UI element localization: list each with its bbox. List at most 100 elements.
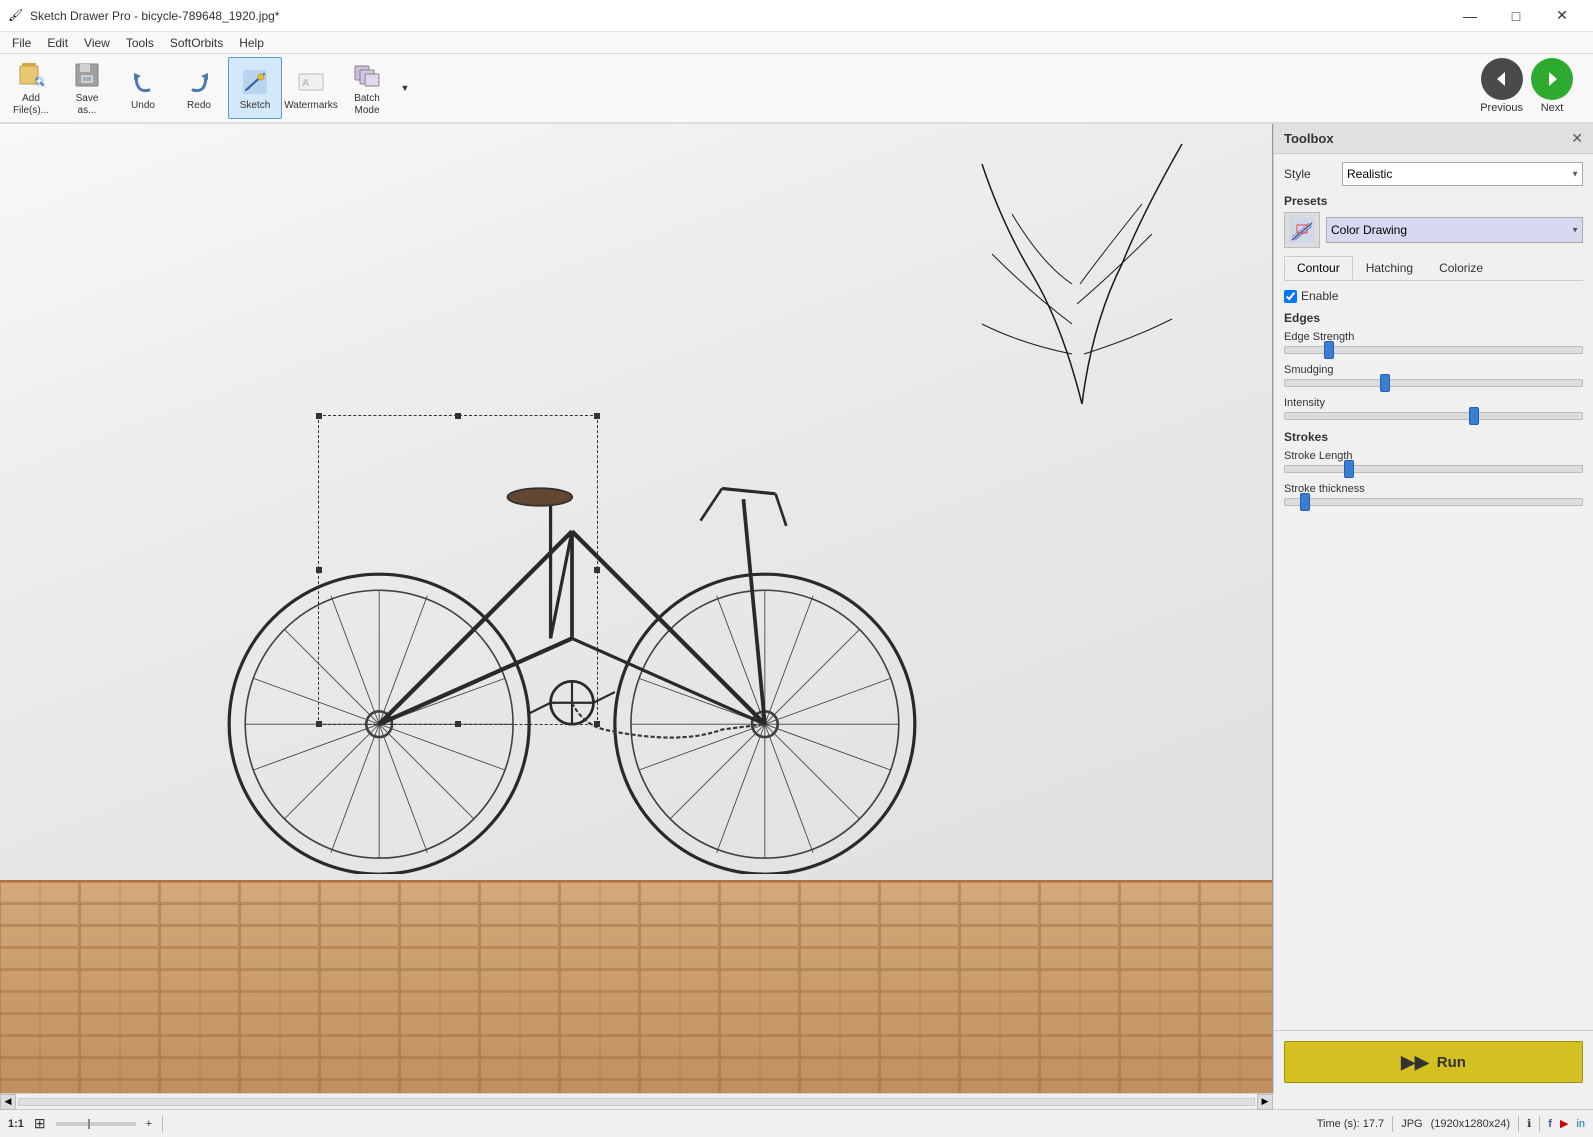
tab-colorize[interactable]: Colorize <box>1426 256 1496 280</box>
tab-contour[interactable]: Contour <box>1284 256 1353 280</box>
intensity-group: Intensity <box>1284 397 1583 420</box>
presets-row: Color Drawing Pencil Sketch Charcoal Art… <box>1284 212 1583 248</box>
smudging-label: Smudging <box>1284 364 1583 376</box>
bicycle-sketch <box>197 392 947 874</box>
title-bar-controls: — □ ✕ <box>1447 0 1585 32</box>
redo-button[interactable]: Redo <box>172 57 226 119</box>
sketch-button[interactable]: Sketch <box>228 57 282 119</box>
menu-view[interactable]: View <box>76 32 118 53</box>
run-button[interactable]: ▶▶ Run <box>1284 1041 1583 1083</box>
canvas-area[interactable] <box>0 124 1273 1093</box>
dimensions-label: (1920x1280x24) <box>1431 1118 1511 1130</box>
tabs-container: Contour Hatching Colorize <box>1284 256 1583 281</box>
preset-select[interactable]: Color Drawing Pencil Sketch Charcoal Art… <box>1326 217 1583 243</box>
enable-row: Enable <box>1284 289 1583 303</box>
smudging-slider[interactable] <box>1284 379 1583 387</box>
menu-softorbits[interactable]: SoftOrbits <box>162 32 231 53</box>
plant-decoration <box>972 124 1192 404</box>
smudging-thumb[interactable] <box>1380 374 1390 392</box>
stroke-thickness-thumb[interactable] <box>1300 493 1310 511</box>
toolbox-close-button[interactable]: ✕ <box>1571 130 1583 147</box>
app-icon: 🖌 <box>8 8 24 24</box>
watermarks-button[interactable]: A Watermarks <box>284 57 338 119</box>
save-as-button[interactable]: Saveas... <box>60 57 114 119</box>
zoom-plus[interactable]: + <box>146 1118 152 1130</box>
sketch-icon <box>239 66 271 98</box>
strokes-section: Strokes Stroke Length Stroke thickness <box>1284 430 1583 506</box>
zoom-slider[interactable] <box>56 1122 136 1126</box>
edge-strength-thumb[interactable] <box>1324 341 1334 359</box>
run-label: Run <box>1437 1054 1466 1071</box>
status-info-row: Time (s): 17.7 JPG (1920x1280x24) ℹ f ▶ … <box>1317 1116 1585 1132</box>
toolbox-body: Style Realistic Pencil Charcoal Ink Pres… <box>1274 154 1593 1030</box>
menu-edit[interactable]: Edit <box>39 32 76 53</box>
tab-hatching[interactable]: Hatching <box>1353 256 1426 280</box>
social-facebook[interactable]: f <box>1548 1118 1552 1130</box>
status-bar: 1:1 ⊞ + Time (s): 17.7 JPG (1920x1280x24… <box>0 1109 1593 1137</box>
canvas-image <box>0 124 1272 1093</box>
presets-section: Presets <box>1284 194 1583 248</box>
edges-section: Edges Edge Strength Smudging <box>1284 311 1583 420</box>
status-separator-1 <box>162 1116 163 1132</box>
menu-tools[interactable]: Tools <box>118 32 162 53</box>
floor <box>0 880 1272 1093</box>
status-separator-4 <box>1539 1116 1540 1132</box>
fit-icon[interactable]: ⊞ <box>34 1115 46 1132</box>
style-select[interactable]: Realistic Pencil Charcoal Ink <box>1342 162 1583 186</box>
style-select-wrapper: Realistic Pencil Charcoal Ink <box>1342 162 1583 186</box>
close-button[interactable]: ✕ <box>1539 0 1585 32</box>
edge-strength-slider[interactable] <box>1284 346 1583 354</box>
horizontal-scrollbar: ◀ ▶ <box>0 1093 1273 1109</box>
scroll-track[interactable] <box>18 1098 1255 1106</box>
scroll-right-button[interactable]: ▶ <box>1257 1094 1273 1110</box>
enable-checkbox[interactable] <box>1284 290 1297 303</box>
presets-label: Presets <box>1284 194 1583 208</box>
title-bar-text: Sketch Drawer Pro - bicycle-789648_1920.… <box>30 9 1447 23</box>
preset-select-wrapper: Color Drawing Pencil Sketch Charcoal Art… <box>1326 217 1583 243</box>
social-linkedin[interactable]: in <box>1576 1118 1585 1130</box>
enable-label[interactable]: Enable <box>1301 289 1338 303</box>
redo-icon <box>183 66 215 98</box>
menu-file[interactable]: File <box>4 32 39 53</box>
next-button[interactable]: Next <box>1531 58 1573 114</box>
next-icon <box>1531 58 1573 100</box>
add-files-icon <box>15 59 47 91</box>
stroke-length-thumb[interactable] <box>1344 460 1354 478</box>
batch-dropdown-button[interactable]: ▼ <box>396 57 414 119</box>
smudging-group: Smudging <box>1284 364 1583 387</box>
stroke-thickness-group: Stroke thickness <box>1284 483 1583 506</box>
maximize-button[interactable]: □ <box>1493 0 1539 32</box>
run-icon: ▶▶ <box>1401 1052 1429 1073</box>
minimize-button[interactable]: — <box>1447 0 1493 32</box>
status-separator-3 <box>1518 1116 1519 1132</box>
previous-button[interactable]: Previous <box>1480 58 1523 114</box>
stroke-thickness-label: Stroke thickness <box>1284 483 1583 495</box>
style-row: Style Realistic Pencil Charcoal Ink <box>1284 162 1583 186</box>
stroke-length-slider[interactable] <box>1284 465 1583 473</box>
intensity-label: Intensity <box>1284 397 1583 409</box>
batch-mode-button[interactable]: BatchMode <box>340 57 394 119</box>
stroke-length-label: Stroke Length <box>1284 450 1583 462</box>
scroll-left-button[interactable]: ◀ <box>0 1094 16 1110</box>
intensity-thumb[interactable] <box>1469 407 1479 425</box>
main-container: Toolbox ✕ Style Realistic Pencil Charcoa… <box>0 124 1593 1109</box>
strokes-header: Strokes <box>1284 430 1583 444</box>
nav-area: Previous Next <box>1480 58 1573 114</box>
intensity-slider[interactable] <box>1284 412 1583 420</box>
style-label: Style <box>1284 167 1334 181</box>
social-youtube[interactable]: ▶ <box>1560 1117 1568 1130</box>
toolbox-title: Toolbox <box>1284 131 1334 146</box>
undo-icon <box>127 66 159 98</box>
menu-help[interactable]: Help <box>231 32 272 53</box>
batch-icon <box>351 59 383 91</box>
status-separator-2 <box>1392 1116 1393 1132</box>
save-icon <box>71 59 103 91</box>
undo-button[interactable]: Undo <box>116 57 170 119</box>
add-files-button[interactable]: AddFile(s)... <box>4 57 58 119</box>
preset-icon <box>1284 212 1320 248</box>
stroke-thickness-slider[interactable] <box>1284 498 1583 506</box>
previous-icon <box>1481 58 1523 100</box>
info-icon[interactable]: ℹ <box>1527 1117 1531 1130</box>
format-label: JPG <box>1401 1118 1422 1130</box>
watermarks-icon: A <box>295 66 327 98</box>
